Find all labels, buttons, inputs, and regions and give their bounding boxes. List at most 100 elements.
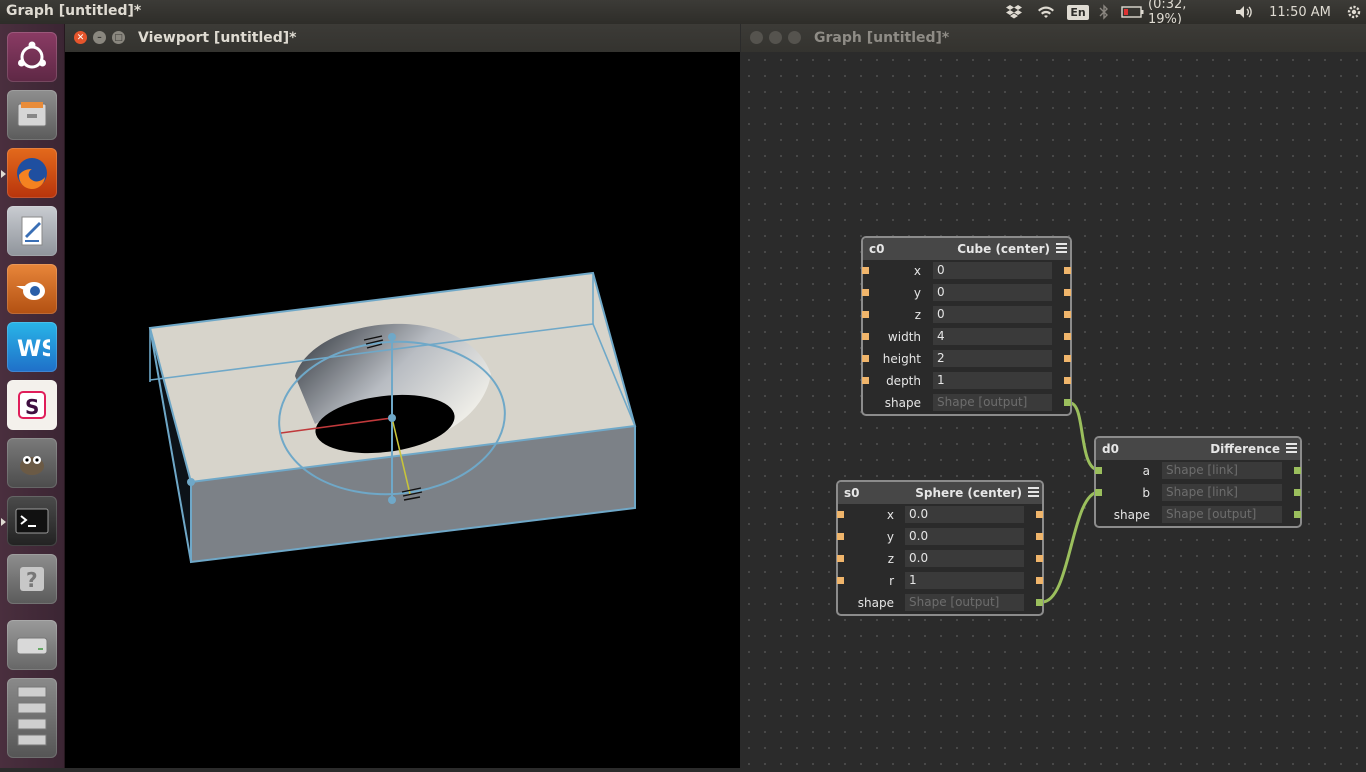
- keyboard-layout-indicator[interactable]: En: [1067, 0, 1089, 24]
- node-row-r: r 1: [837, 570, 1043, 592]
- output-port[interactable]: [1294, 467, 1301, 474]
- x-field[interactable]: 0.0: [905, 506, 1024, 523]
- output-port[interactable]: [1064, 377, 1071, 384]
- node-row-height: height 2: [862, 348, 1071, 370]
- node-row-z: z 0.0: [837, 548, 1043, 570]
- node-header[interactable]: d0 Difference: [1096, 438, 1300, 460]
- hamburger-menu-icon[interactable]: [1056, 243, 1067, 254]
- height-field[interactable]: 2: [933, 350, 1052, 367]
- graph-title: Graph [untitled]*: [814, 30, 950, 46]
- gizmo-handle-center: [388, 414, 396, 422]
- node-row-x: x 0.0: [837, 504, 1043, 526]
- text-editor-icon[interactable]: [7, 206, 57, 256]
- output-port[interactable]: [1064, 289, 1071, 296]
- gizmo-handle-top: [388, 333, 396, 341]
- z-field[interactable]: 0: [933, 306, 1052, 323]
- shape-output-field: Shape [output]: [905, 594, 1024, 611]
- viewport-window: ✕ – □ Viewport [untitled]*: [65, 24, 740, 768]
- link-sphere-to-b: [1041, 490, 1100, 604]
- terminal-icon[interactable]: [7, 496, 57, 546]
- active-window-title: Graph [untitled]*: [6, 3, 142, 19]
- drive-icon[interactable]: [7, 620, 57, 670]
- output-port[interactable]: [1036, 555, 1043, 562]
- slack-icon[interactable]: S: [7, 380, 57, 430]
- z-field[interactable]: 0.0: [905, 550, 1024, 567]
- node-row-x: x 0: [862, 260, 1071, 282]
- node-row-b: b Shape [link]: [1095, 482, 1301, 504]
- b-link-field: Shape [link]: [1162, 484, 1282, 501]
- hamburger-menu-icon[interactable]: [1286, 443, 1297, 454]
- dropbox-icon[interactable]: [1003, 0, 1025, 24]
- battery-icon[interactable]: [1120, 0, 1146, 24]
- clock[interactable]: 11:50 AM: [1262, 0, 1338, 24]
- svg-text:S: S: [25, 395, 39, 419]
- graph-canvas[interactable]: c0 Cube (center) x 0 y 0 z 0 width 4 hei…: [741, 52, 1366, 768]
- svg-text:?: ?: [26, 568, 38, 592]
- maximize-button[interactable]: □: [112, 31, 125, 44]
- hamburger-menu-icon[interactable]: [1028, 487, 1039, 498]
- output-port[interactable]: [1064, 267, 1071, 274]
- output-port[interactable]: [1036, 577, 1043, 584]
- svg-text:WS: WS: [17, 337, 50, 362]
- close-button[interactable]: [750, 31, 763, 44]
- graph-window: Graph [untitled]* c0 Cube (center) x 0 y: [741, 24, 1366, 768]
- gizmo-handle-bottom: [388, 496, 396, 504]
- launcher: WS S ?: [0, 24, 65, 768]
- output-port[interactable]: [1036, 533, 1043, 540]
- battery-status: (0:32, 19%): [1148, 0, 1187, 27]
- y-field[interactable]: 0: [933, 284, 1052, 301]
- minimize-button[interactable]: –: [93, 31, 106, 44]
- output-port[interactable]: [1064, 355, 1071, 362]
- cube-corner-handle: [187, 478, 195, 486]
- node-row-width: width 4: [862, 326, 1071, 348]
- shape-output-field: Shape [output]: [933, 394, 1052, 411]
- shape-output-port[interactable]: [1064, 399, 1071, 406]
- node-row-y: y 0.0: [837, 526, 1043, 548]
- files-icon[interactable]: [7, 90, 57, 140]
- minimize-button[interactable]: [769, 31, 782, 44]
- node-row-z: z 0: [862, 304, 1071, 326]
- gear-icon[interactable]: [1344, 0, 1364, 24]
- node-header[interactable]: s0 Sphere (center): [838, 482, 1042, 504]
- help-icon[interactable]: ?: [7, 554, 57, 604]
- node-row-y: y 0: [862, 282, 1071, 304]
- workspaces-icon[interactable]: [7, 678, 57, 758]
- volume-icon[interactable]: [1232, 0, 1256, 24]
- close-button[interactable]: ✕: [74, 31, 87, 44]
- shape-output-port[interactable]: [1294, 511, 1301, 518]
- webstorm-icon[interactable]: WS: [7, 322, 57, 372]
- shape-output-field: Shape [output]: [1162, 506, 1282, 523]
- output-port[interactable]: [1064, 311, 1071, 318]
- r-field[interactable]: 1: [905, 572, 1024, 589]
- node-row-shape: shape Shape [output]: [838, 592, 1043, 614]
- node-cube[interactable]: c0 Cube (center) x 0 y 0 z 0 width 4 hei…: [861, 236, 1072, 416]
- viewport-titlebar[interactable]: ✕ – □ Viewport [untitled]*: [65, 24, 740, 52]
- node-difference[interactable]: d0 Difference a Shape [link] b Shape [li…: [1094, 436, 1302, 528]
- y-field[interactable]: 0.0: [905, 528, 1024, 545]
- node-sphere[interactable]: s0 Sphere (center) x 0.0 y 0.0 z 0.0 r 1…: [836, 480, 1044, 616]
- maximize-button[interactable]: [788, 31, 801, 44]
- output-port[interactable]: [1294, 489, 1301, 496]
- x-field[interactable]: 0: [933, 262, 1052, 279]
- graph-titlebar[interactable]: Graph [untitled]*: [741, 24, 1366, 52]
- width-field[interactable]: 4: [933, 328, 1052, 345]
- node-row-a: a Shape [link]: [1095, 460, 1301, 482]
- depth-field[interactable]: 1: [933, 372, 1052, 389]
- running-indicator: [1, 518, 6, 526]
- node-header[interactable]: c0 Cube (center): [863, 238, 1070, 260]
- firefox-icon[interactable]: [7, 148, 57, 198]
- running-indicator: [1, 170, 6, 178]
- wifi-icon[interactable]: [1034, 0, 1058, 24]
- node-row-shape: shape Shape [output]: [863, 392, 1071, 414]
- viewport-canvas[interactable]: [65, 52, 740, 768]
- node-row-shape: shape Shape [output]: [1096, 504, 1301, 526]
- node-row-depth: depth 1: [862, 370, 1071, 392]
- shape-output-port[interactable]: [1036, 599, 1043, 606]
- gimp-icon[interactable]: [7, 438, 57, 488]
- viewport-title: Viewport [untitled]*: [138, 30, 297, 46]
- bluetooth-icon[interactable]: [1096, 0, 1112, 24]
- ubuntu-dash-icon[interactable]: [7, 32, 57, 82]
- output-port[interactable]: [1064, 333, 1071, 340]
- blender-icon[interactable]: [7, 264, 57, 314]
- output-port[interactable]: [1036, 511, 1043, 518]
